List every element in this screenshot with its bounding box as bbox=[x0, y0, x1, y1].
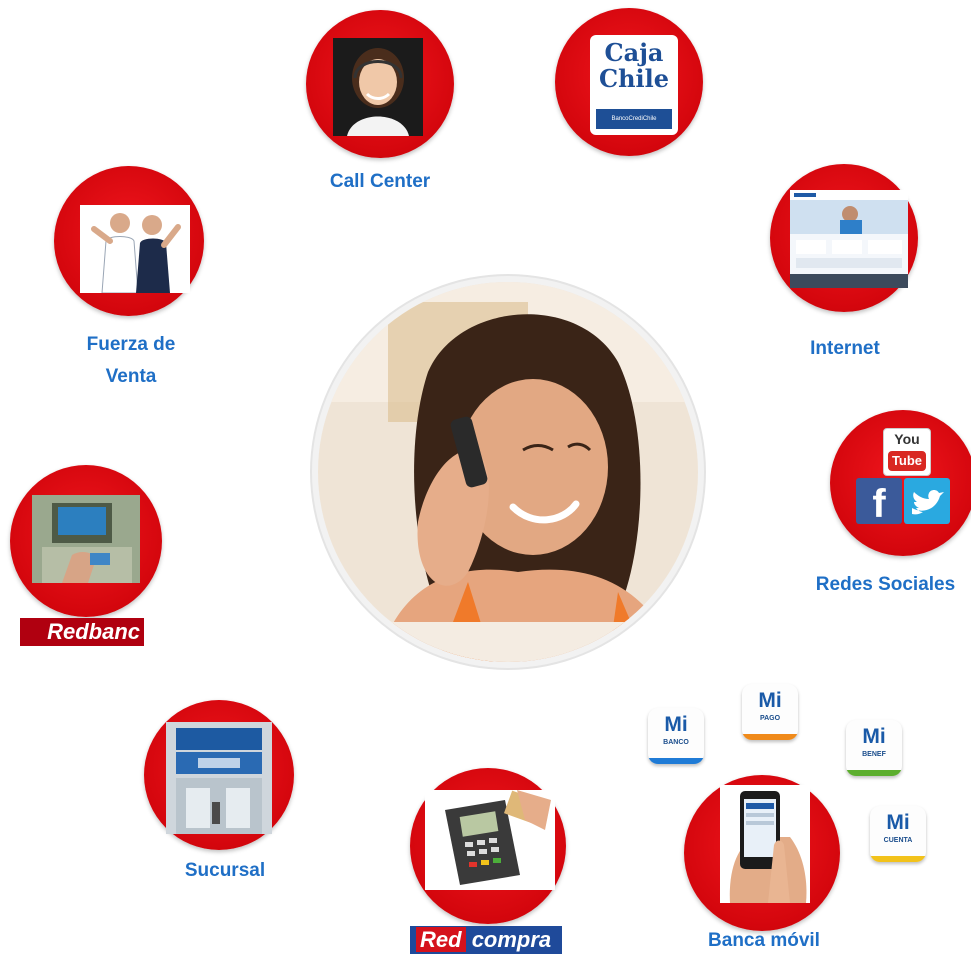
caja-chile-logo-line1: Caja bbox=[604, 38, 664, 67]
call-center-photo bbox=[333, 38, 423, 136]
mi-cuenta-app-icon: Mi CUENTA bbox=[870, 806, 926, 862]
mi-benef-app-icon: Mi BENEF bbox=[846, 720, 902, 776]
internet-label: Internet bbox=[810, 338, 880, 359]
caja-chile-logo: Caja Chile BancoCrediChile bbox=[590, 35, 678, 135]
mi-pago-mi: Mi bbox=[758, 689, 782, 712]
twitter-icon bbox=[904, 478, 950, 524]
redcompra-pos-terminal-photo bbox=[425, 790, 555, 890]
caja-chile-footer-text: BancoCrediChile bbox=[611, 116, 657, 122]
fuerza-venta-photo bbox=[80, 205, 190, 293]
fuerza-venta-label-line1: Fuerza de bbox=[86, 334, 176, 355]
redbanc-logo-text: Redbanc bbox=[47, 619, 140, 644]
mi-banco-bar bbox=[648, 758, 704, 764]
fuerza-venta-label-line2: Venta bbox=[105, 366, 157, 387]
facebook-icon: f bbox=[856, 478, 902, 526]
youtube-icon-you: You bbox=[894, 431, 920, 447]
center-photo-woman-on-phone bbox=[318, 282, 698, 662]
banca-movil-phone-photo bbox=[720, 785, 810, 903]
mi-benef-mi: Mi bbox=[862, 725, 886, 748]
caja-chile-logo-line2: Chile bbox=[598, 64, 670, 93]
redcompra-logo-red: Red bbox=[416, 927, 466, 952]
youtube-icon-tube: Tube bbox=[888, 451, 926, 471]
mi-benef-sub: BENEF bbox=[862, 751, 886, 758]
redbanc-atm-photo bbox=[32, 495, 140, 583]
internet-website-screenshot bbox=[790, 190, 908, 288]
mi-banco-sub: BANCO bbox=[663, 739, 689, 746]
redes-sociales-label: Redes Sociales bbox=[815, 574, 956, 595]
sucursal-branch-photo bbox=[166, 722, 272, 834]
mi-banco-mi: Mi bbox=[664, 713, 688, 736]
mi-banco-app-icon: Mi BANCO bbox=[648, 708, 704, 764]
mi-benef-bar bbox=[846, 770, 902, 776]
mi-pago-sub: PAGO bbox=[759, 715, 781, 722]
redcompra-logo: Red compra bbox=[410, 926, 562, 954]
mi-cuenta-sub: CUENTA bbox=[883, 837, 913, 844]
mi-cuenta-mi: Mi bbox=[886, 811, 910, 834]
redbanc-logo: Redbanc bbox=[20, 618, 144, 646]
youtube-icon: You Tube bbox=[883, 428, 931, 476]
mi-pago-app-icon: Mi PAGO bbox=[742, 684, 798, 740]
caja-chile-logo-footer: BancoCrediChile bbox=[596, 109, 672, 129]
mi-pago-bar bbox=[742, 734, 798, 740]
redcompra-logo-compra: compra bbox=[471, 927, 552, 952]
mi-cuenta-bar bbox=[870, 856, 926, 862]
call-center-label: Call Center bbox=[329, 171, 431, 192]
sucursal-label: Sucursal bbox=[184, 860, 266, 881]
banca-movil-label: Banca móvil bbox=[708, 930, 820, 951]
